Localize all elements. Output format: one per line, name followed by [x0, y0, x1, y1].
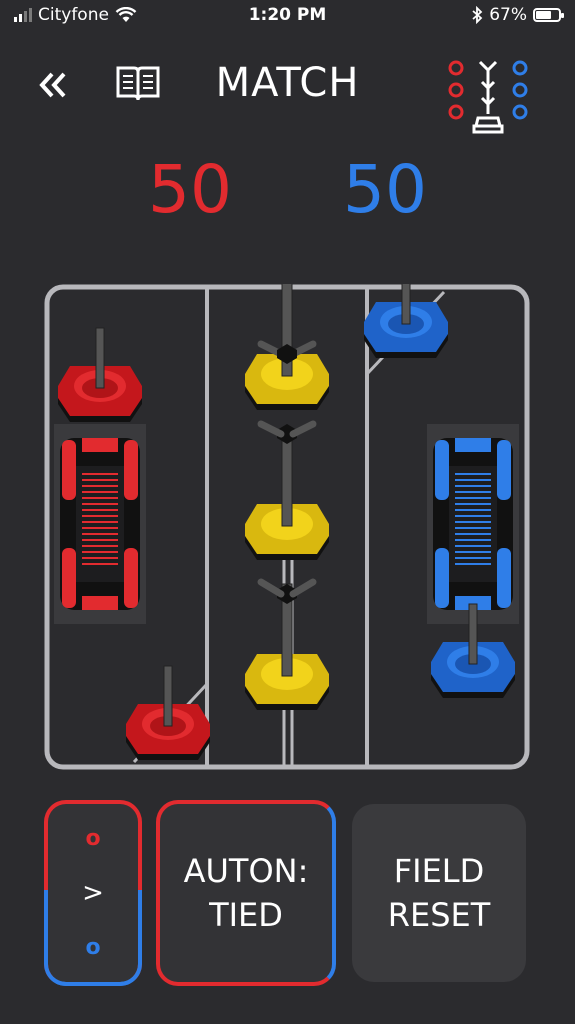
red-alliance-marker: o: [85, 826, 101, 851]
battery-icon: [533, 8, 564, 22]
status-bar: Cityfone 1:20 PM 67%: [0, 0, 575, 34]
field-map: [44, 284, 530, 770]
auton-value: TIED: [209, 896, 283, 934]
red-score: 50: [148, 151, 232, 228]
blue-goal-top[interactable]: [364, 284, 448, 358]
auton-winner-button[interactable]: AUTON: TIED: [156, 800, 336, 986]
field-reset-label: FIELD RESET: [388, 849, 491, 937]
swap-alliance-button[interactable]: o > o: [44, 800, 142, 986]
red-goal-bottom[interactable]: [126, 665, 210, 760]
red-goal-left[interactable]: [58, 327, 142, 422]
battery-percent: 67%: [489, 5, 527, 25]
field-reset-line2: RESET: [387, 896, 491, 934]
status-right: 67%: [471, 5, 564, 25]
red-robot[interactable]: [54, 424, 146, 624]
blue-robot[interactable]: [427, 424, 519, 624]
field-view-button[interactable]: [446, 54, 532, 134]
field-reset-line1: FIELD: [393, 852, 485, 890]
neutral-goal-top[interactable]: [245, 284, 329, 410]
score-board: 50 50: [0, 150, 575, 230]
field-reset-button[interactable]: FIELD RESET: [352, 804, 526, 982]
blue-alliance-marker: o: [85, 935, 101, 960]
neutral-goal-middle[interactable]: [245, 420, 329, 560]
blue-score: 50: [343, 151, 427, 228]
auton-label: AUTON:: [183, 852, 309, 890]
auton-status: AUTON: TIED: [184, 849, 309, 937]
field-layout-icon: [448, 60, 528, 134]
top-bar: MATCH: [0, 50, 575, 134]
neutral-goal-bottom[interactable]: [245, 578, 329, 710]
bluetooth-icon: [472, 6, 483, 24]
